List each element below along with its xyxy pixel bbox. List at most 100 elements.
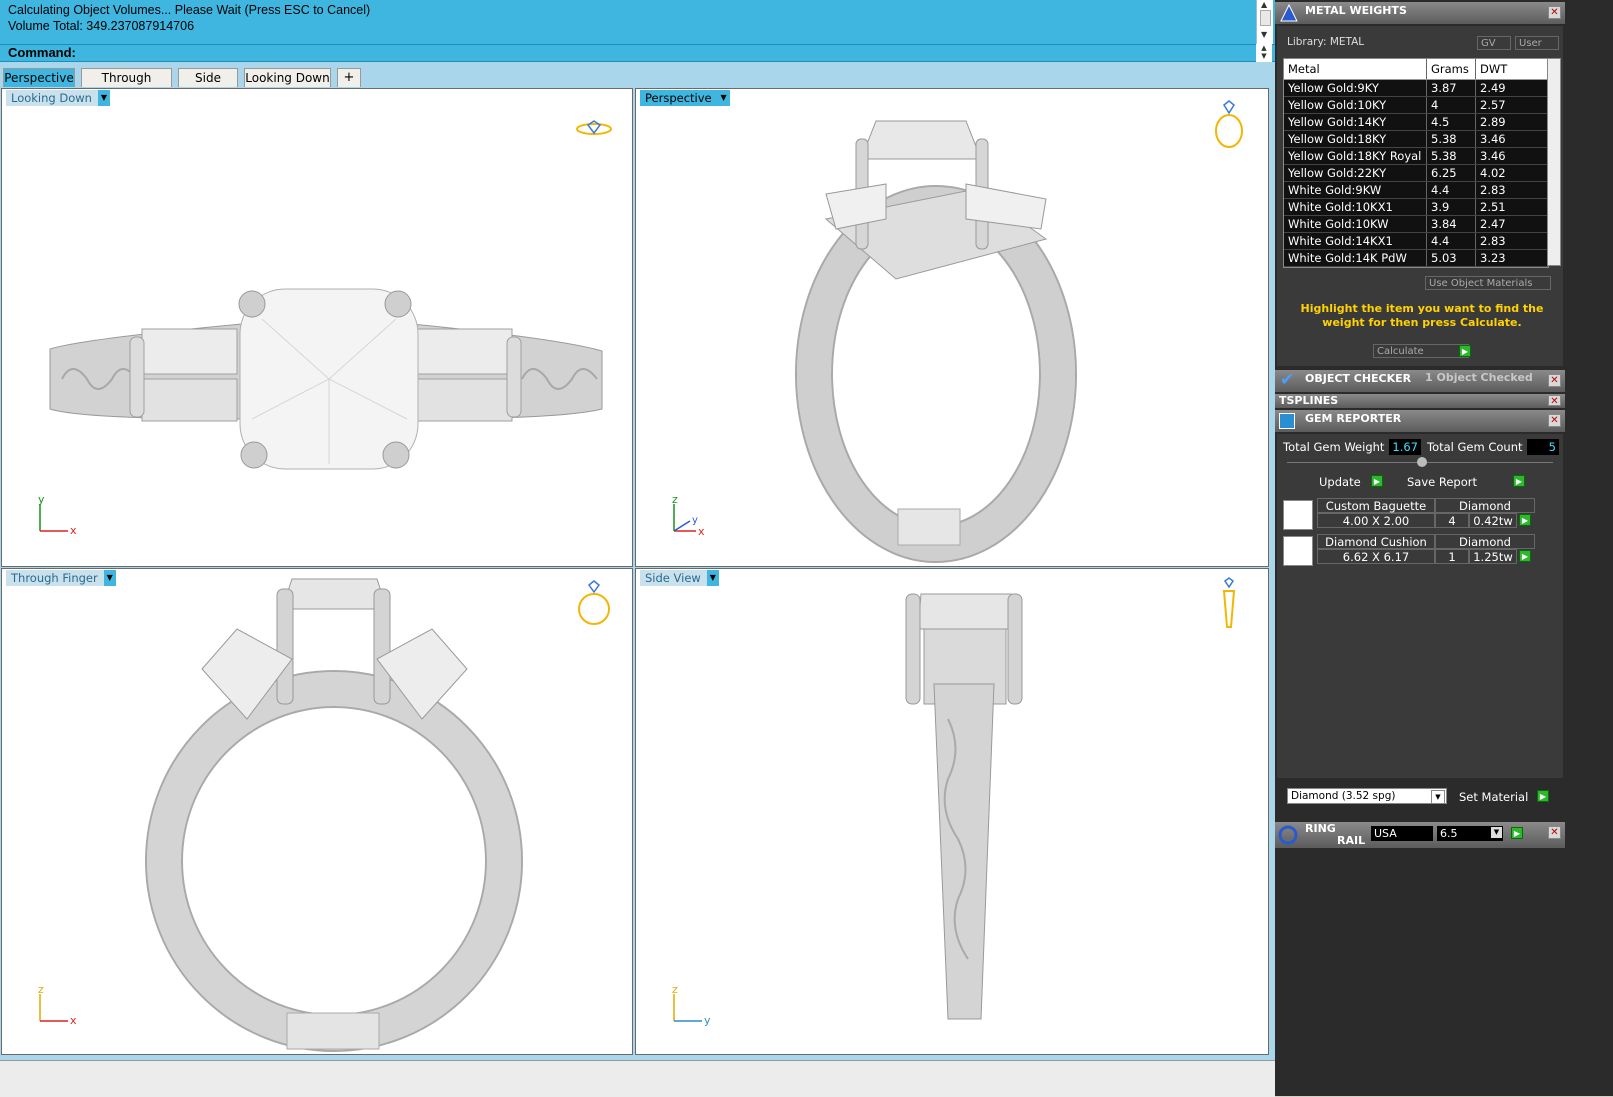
ring-rail-header[interactable]: RING RAIL USA 6.5 ▼ ▶ ✕ [1275, 822, 1565, 848]
chevron-down-icon[interactable]: ▼ [1491, 827, 1502, 838]
gem-thumbnail-icon [1283, 536, 1313, 566]
metal-weights-header[interactable]: METAL WEIGHTS ✕ [1275, 2, 1565, 24]
command-scrollbar[interactable]: ▲ ▼ [1256, 0, 1273, 44]
dwt-cell: 3.46 [1475, 147, 1548, 165]
column-header[interactable]: Grams [1426, 59, 1476, 80]
gem-reporter-header[interactable]: GEM REPORTER ✕ [1275, 410, 1565, 432]
dwt-cell: 2.83 [1475, 232, 1548, 250]
ring-model-top[interactable] [2, 89, 633, 567]
metal-row[interactable]: White Gold:10KW 3.84 2.47 [1284, 215, 1548, 233]
viewport-side-view[interactable]: Side View ▼ z y [635, 568, 1269, 1055]
column-header[interactable]: DWT [1475, 59, 1548, 80]
dwt-cell: 2.89 [1475, 113, 1548, 131]
metal-name-cell: Yellow Gold:22KY [1284, 164, 1427, 182]
scroll-down-icon[interactable]: ▼ [1261, 30, 1267, 39]
play-icon[interactable]: ▶ [1519, 550, 1531, 562]
play-icon[interactable]: ▶ [1537, 790, 1549, 802]
viewport-looking-down[interactable]: Looking Down ▼ y x [1, 88, 633, 567]
grams-cell: 4.4 [1426, 232, 1476, 250]
update-button[interactable]: Update [1319, 474, 1361, 490]
metal-row[interactable]: Yellow Gold:18KY Royal 5.38 3.46 [1284, 147, 1548, 165]
metal-name-cell: Yellow Gold:14KY [1284, 113, 1427, 131]
axis-h-label: x [70, 1014, 77, 1027]
metal-row[interactable]: Yellow Gold:10KY 4 2.57 [1284, 96, 1548, 114]
grams-cell: 4.5 [1426, 113, 1476, 131]
column-header[interactable]: Metal [1284, 59, 1427, 80]
gem-row[interactable]: Custom Baguette 4.00 X 2.00 Diamond 4 0.42tw… [1283, 498, 1539, 532]
grams-cell: 4.4 [1426, 181, 1476, 199]
metal-row[interactable]: Yellow Gold:18KY 5.38 3.46 [1284, 130, 1548, 148]
metal-row[interactable]: Yellow Gold:14KY 4.5 2.89 [1284, 113, 1548, 131]
tab-through-finger[interactable]: Through Finger [81, 68, 172, 103]
metal-weights-body: Library: METAL GV User Metal Grams DWT Y… [1277, 26, 1563, 366]
grams-cell: 4 [1426, 96, 1476, 114]
ring-model-front[interactable] [2, 569, 633, 1055]
scroll-up-icon[interactable]: ▲ [1261, 0, 1267, 9]
dwt-cell: 2.83 [1475, 181, 1548, 199]
ring-model-side[interactable] [636, 569, 1269, 1055]
command-input[interactable] [80, 46, 1244, 62]
play-icon[interactable]: ▶ [1513, 475, 1525, 487]
total-gem-weight-value: 1.67 [1389, 439, 1421, 455]
axis-indicator: z x y [672, 493, 705, 538]
set-material-button[interactable]: Set Material [1459, 789, 1528, 805]
metal-row[interactable]: White Gold:10KX1 3.9 2.51 [1284, 198, 1548, 216]
object-checker-header[interactable]: ✔ OBJECT CHECKER 1 Object Checked ✕ [1275, 370, 1565, 392]
table-scrollbar[interactable] [1547, 58, 1561, 266]
plugin-panel: METAL WEIGHTS ✕ Library: METAL GV User M… [1275, 0, 1613, 1096]
save-report-button[interactable]: Save Report [1407, 474, 1477, 490]
tab-side-view[interactable]: Side View [178, 68, 238, 103]
play-icon[interactable]: ▶ [1519, 514, 1531, 526]
material-select[interactable]: Diamond (3.52 spg) ▼ [1287, 788, 1447, 804]
dwt-cell: 3.23 [1475, 249, 1548, 267]
gem-size: 6.62 X 6.17 [1317, 549, 1435, 564]
ring-size-select[interactable]: 6.5 ▼ [1437, 826, 1503, 841]
close-icon[interactable]: ✕ [1548, 395, 1561, 407]
panel-title: OBJECT CHECKER [1305, 372, 1412, 385]
close-icon[interactable]: ✕ [1548, 826, 1561, 839]
material-select-value: Diamond (3.52 spg) [1291, 790, 1396, 802]
viewport-perspective[interactable]: Perspective ▼ z x y [635, 88, 1269, 567]
play-icon[interactable]: ▶ [1459, 345, 1471, 357]
user-toggle[interactable]: User [1515, 36, 1559, 50]
tsplines-header[interactable]: TSPLINES ✕ [1275, 394, 1565, 408]
tab-perspective[interactable]: Perspective [3, 68, 75, 87]
metal-row[interactable]: Yellow Gold:9KY 3.87 2.49 [1284, 79, 1548, 97]
panel-title: RAIL [1337, 834, 1366, 847]
close-icon[interactable]: ✕ [1548, 6, 1561, 19]
close-icon[interactable]: ✕ [1548, 414, 1561, 427]
grams-cell: 3.84 [1426, 215, 1476, 233]
add-tab-icon[interactable]: + [337, 68, 361, 87]
metal-row[interactable]: Yellow Gold:22KY 6.25 4.02 [1284, 164, 1548, 182]
gv-toggle[interactable]: GV [1477, 36, 1511, 50]
metal-name-cell: Yellow Gold:10KY [1284, 96, 1427, 114]
gem-row[interactable]: Diamond Cushion 6.62 X 6.17 Diamond 1 1.25tw… [1283, 534, 1539, 568]
metal-name-cell: White Gold:9KW [1284, 181, 1427, 199]
gem-size: 4.00 X 2.00 [1317, 513, 1435, 528]
metal-table[interactable]: Metal Grams DWT Yellow Gold:9KY 3.87 2.49 Y… [1283, 58, 1549, 268]
metal-row[interactable]: White Gold:9KW 4.4 2.83 [1284, 181, 1548, 199]
grams-cell: 5.38 [1426, 130, 1476, 148]
close-icon[interactable]: ✕ [1548, 374, 1561, 387]
play-icon[interactable]: ▶ [1371, 475, 1383, 487]
calculate-button[interactable]: Calculate [1373, 344, 1469, 358]
chevron-down-icon[interactable]: ▼ [1431, 790, 1445, 804]
dwt-cell: 2.57 [1475, 96, 1548, 114]
viewport-through-finger[interactable]: Through Finger ▼ z x [1, 568, 633, 1055]
scroll-thumb[interactable] [1260, 10, 1271, 26]
prompt-scroll[interactable]: ▲ ▼ [1256, 44, 1272, 62]
use-object-materials-button[interactable]: Use Object Materials [1425, 276, 1551, 290]
tab-looking-down[interactable]: Looking Down [244, 68, 331, 87]
metal-row[interactable]: White Gold:14K PdW 5.03 3.23 [1284, 249, 1548, 267]
axis-3-label: y [692, 515, 698, 526]
calculate-hint: Highlight the item you want to find the … [1300, 302, 1544, 329]
orientation-ring-icon [1215, 100, 1243, 148]
command-line-1: Calculating Object Volumes... Please Wai… [8, 3, 371, 17]
size-standard-select[interactable]: USA [1371, 826, 1433, 841]
gem-count: 1 [1435, 549, 1469, 564]
play-icon[interactable]: ▶ [1511, 827, 1523, 839]
splitter-handle[interactable] [1417, 457, 1427, 467]
dwt-cell: 2.49 [1475, 79, 1548, 97]
button-label: Use Object Materials [1429, 278, 1533, 289]
metal-row[interactable]: White Gold:14KX1 4.4 2.83 [1284, 232, 1548, 250]
